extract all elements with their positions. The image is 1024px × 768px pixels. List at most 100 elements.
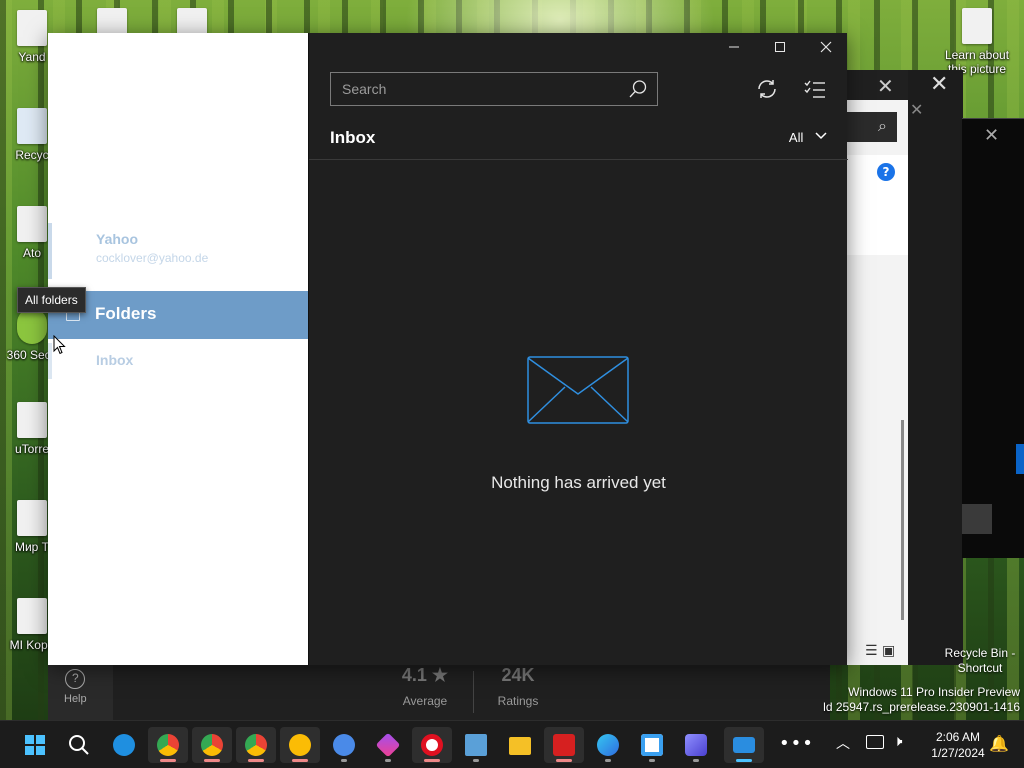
rating-label: Average: [402, 694, 448, 708]
mouse-cursor-icon: [53, 335, 66, 355]
taskbar-app-opera[interactable]: [412, 727, 452, 763]
running-indicator: [424, 759, 440, 762]
account-email: cocklover@yahoo.de: [96, 251, 209, 265]
network-icon[interactable]: [866, 735, 884, 749]
selection-mode-icon[interactable]: [803, 77, 827, 101]
help-button[interactable]: ? Help: [64, 669, 87, 705]
running-indicator: [556, 759, 572, 762]
taskbar-app-chromium[interactable]: [324, 727, 364, 763]
recycle-bin-icon: [17, 108, 47, 144]
help-icon: ?: [65, 669, 86, 689]
shield-icon: [17, 308, 47, 344]
taskbar-app-microsoft-store[interactable]: [632, 727, 672, 763]
taskbar-app-power-automate[interactable]: [676, 727, 716, 763]
window-panel: [962, 504, 992, 534]
background-window[interactable]: ✕ ✕: [908, 70, 963, 665]
tooltip: All folders: [17, 287, 86, 313]
minimize-icon: [729, 46, 739, 48]
desktop-icon-recycle-bin-shortcut[interactable]: Recycle Bin - Shortcut: [940, 646, 1020, 676]
notification-bell-icon[interactable]: 🔔: [989, 734, 1009, 753]
running-indicator: [341, 759, 347, 762]
desktop-icon-label: uTorre: [14, 442, 49, 456]
taskbar-app-file-explorer[interactable]: [500, 727, 540, 763]
maxthon-icon: [553, 734, 575, 756]
message-list-pane: Search Inbox All Nothing has arrived yet: [308, 33, 848, 665]
maximize-button[interactable]: [765, 39, 795, 59]
file-icon: [17, 598, 47, 634]
running-indicator: [693, 759, 699, 762]
background-window[interactable]: ✕: [962, 118, 1024, 558]
taskbar-app-edge[interactable]: [588, 727, 628, 763]
taskbar-app-mail[interactable]: [724, 727, 764, 763]
watermark-line: ld 25947.rs_prerelease.230901-1416: [823, 700, 1020, 714]
close-icon[interactable]: ✕: [877, 74, 894, 98]
help-icon[interactable]: ?: [877, 163, 895, 181]
taskbar-more-button[interactable]: •••: [768, 727, 813, 763]
folders-label: Folders: [95, 304, 157, 323]
divider: [309, 159, 848, 160]
file-icon: [17, 10, 47, 46]
search-input[interactable]: Search: [330, 72, 658, 106]
chromium-icon: [333, 734, 355, 756]
sync-icon[interactable]: [755, 77, 779, 101]
scrollbar[interactable]: [901, 420, 904, 620]
account-name: Yahoo: [96, 231, 139, 247]
taskbar-app-chrome-yellow[interactable]: [280, 727, 320, 763]
store-icon: [641, 734, 663, 756]
taskbar-app-maxthon[interactable]: [544, 727, 584, 763]
volume-muted-icon[interactable]: 🕨: [893, 732, 902, 750]
close-button[interactable]: [811, 39, 841, 59]
desktop-icon-label: Yand: [18, 50, 46, 64]
taskbar-app-chrome-b[interactable]: [192, 727, 232, 763]
clock-date: 1/27/2024: [931, 746, 985, 760]
edge-pre-icon: [113, 734, 135, 756]
search-icon[interactable]: ⌕: [847, 112, 897, 142]
close-icon: [820, 41, 832, 53]
empty-state-message: Nothing has arrived yet: [491, 473, 666, 492]
running-indicator: [605, 759, 611, 762]
help-label: Help: [64, 693, 87, 705]
taskbar: ••• ︿ 🕨 2:06 AM 1/27/2024 🔔: [0, 720, 1024, 768]
desktop-icon-learn-about-picture[interactable]: Learn about this picture: [940, 8, 1014, 76]
clock[interactable]: 2:06 AM 1/27/2024: [930, 729, 986, 761]
chrome-icon: [201, 734, 223, 756]
nav-item-label: Inbox: [96, 352, 134, 368]
os-watermark: Windows 11 Pro Insider Preview ld 25947.…: [823, 685, 1020, 715]
filter-dropdown[interactable]: All: [789, 130, 827, 145]
close-icon[interactable]: ✕: [910, 100, 923, 119]
monitor-icon: [465, 734, 487, 756]
taskbar-app-chrome-d[interactable]: [236, 727, 276, 763]
windows-logo-icon: [25, 735, 45, 755]
hexagon-app-icon: [375, 732, 401, 758]
folders-button[interactable]: Folders: [48, 291, 308, 339]
start-button[interactable]: [15, 727, 55, 763]
taskbar-app-remote-desktop[interactable]: [456, 727, 496, 763]
taskbar-app-edge-pre[interactable]: [104, 727, 144, 763]
file-icon: [17, 206, 47, 242]
close-icon[interactable]: ✕: [984, 125, 999, 146]
taskbar-app-chrome[interactable]: [148, 727, 188, 763]
chevron-up-icon[interactable]: ︿: [836, 733, 850, 753]
running-indicator: [248, 759, 264, 762]
nav-item-inbox[interactable]: Inbox: [48, 343, 308, 379]
running-indicator: [649, 759, 655, 762]
background-window[interactable]: ✕ ⌕ ? ☰ ▣: [846, 70, 911, 665]
view-toggle-icon[interactable]: ☰ ▣: [865, 643, 895, 659]
desktop-icon-label: Мир Т: [14, 540, 50, 554]
file-icon: [17, 402, 47, 438]
mail-window: Yahoo cocklover@yahoo.de Folders Inbox S…: [48, 33, 848, 665]
opera-icon: [421, 734, 443, 756]
search-icon[interactable]: [628, 79, 648, 99]
folder-icon: [509, 737, 531, 755]
close-icon[interactable]: ✕: [930, 72, 948, 97]
taskbar-search-button[interactable]: [59, 727, 99, 763]
minimize-button[interactable]: [719, 39, 749, 59]
taskbar-app-hexagon[interactable]: [368, 727, 408, 763]
clock-time: 2:06 AM: [935, 730, 981, 744]
search-icon: [69, 735, 89, 755]
running-indicator: [292, 759, 308, 762]
watermark-line: Windows 11 Pro Insider Preview: [848, 685, 1020, 699]
account-item[interactable]: Yahoo cocklover@yahoo.de: [48, 223, 308, 279]
rating-value: 4.1 ★: [401, 665, 449, 685]
desktop-icon-label: Recyc: [15, 148, 49, 162]
